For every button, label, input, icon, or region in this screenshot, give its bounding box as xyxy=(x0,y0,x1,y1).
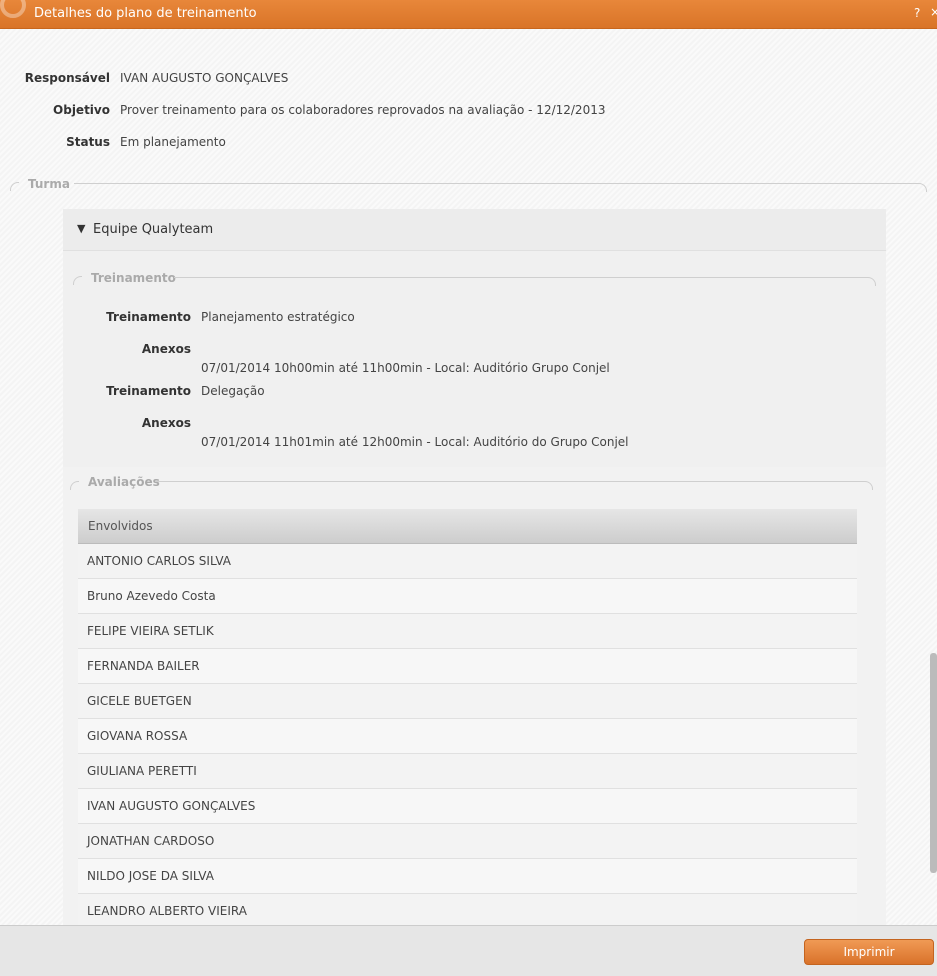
dialog-footer xyxy=(0,925,937,976)
equipe-panel-title: Equipe Qualyteam xyxy=(93,222,214,237)
column-header-label: Envolvidos xyxy=(88,519,153,533)
anexos-label: Anexos xyxy=(141,342,191,356)
turma-fieldset-line xyxy=(74,183,919,184)
app-logo-icon xyxy=(0,0,26,18)
row-name: GICELE BUETGEN xyxy=(87,694,192,708)
table-row[interactable]: LEANDRO ALBERTO VIEIRA xyxy=(78,894,857,929)
avaliacoes-fieldset-line xyxy=(156,481,865,482)
table-row[interactable]: GIOVANA ROSSA xyxy=(78,719,857,754)
table-row[interactable]: NILDO JOSE DA SILVA xyxy=(78,859,857,894)
treinamento-fieldset-line xyxy=(174,277,868,278)
status-value: Em planejamento xyxy=(120,135,226,149)
table-row[interactable]: Bruno Azevedo Costa xyxy=(78,579,857,614)
responsavel-label: Responsável xyxy=(24,71,110,85)
table-row[interactable]: GICELE BUETGEN xyxy=(78,684,857,719)
row-name: LEANDRO ALBERTO VIEIRA xyxy=(87,904,247,918)
row-name: FERNANDA BAILER xyxy=(87,659,200,673)
treinamento-name: Delegação xyxy=(201,384,265,398)
table-row[interactable]: GIULIANA PERETTI xyxy=(78,754,857,789)
row-name: NILDO JOSE DA SILVA xyxy=(87,869,214,883)
vertical-scrollbar[interactable] xyxy=(930,653,937,873)
close-icon[interactable]: × xyxy=(930,5,937,19)
objetivo-label: Objetivo xyxy=(53,103,110,117)
responsavel-value: IVAN AUGUSTO GONÇALVES xyxy=(120,71,289,85)
grid-column-header[interactable]: Envolvidos xyxy=(78,509,857,544)
treinamento-legend: Treinamento xyxy=(91,271,176,285)
dialog-content: Responsável IVAN AUGUSTO GONÇALVES Objet… xyxy=(0,29,937,929)
turma-legend: Turma xyxy=(28,177,70,191)
row-name: JONATHAN CARDOSO xyxy=(87,834,215,848)
row-name: IVAN AUGUSTO GONÇALVES xyxy=(87,799,256,813)
treinamento-label: Treinamento xyxy=(106,310,191,324)
anexos-label: Anexos xyxy=(141,416,191,430)
avaliacoes-legend: Avaliações xyxy=(88,475,160,489)
row-name: ANTONIO CARLOS SILVA xyxy=(87,554,231,568)
status-label: Status xyxy=(66,135,110,149)
grid-body: ANTONIO CARLOS SILVA Bruno Azevedo Costa… xyxy=(78,544,857,929)
help-icon[interactable]: ? xyxy=(914,6,920,20)
table-row[interactable]: IVAN AUGUSTO GONÇALVES xyxy=(78,789,857,824)
row-name: FELIPE VIEIRA SETLIK xyxy=(87,624,214,638)
turma-fieldset-corner-right xyxy=(918,183,927,192)
row-name: GIOVANA ROSSA xyxy=(87,729,188,743)
table-row[interactable]: JONATHAN CARDOSO xyxy=(78,824,857,859)
dialog-titlebar: Detalhes do plano de treinamento ? × xyxy=(0,0,937,29)
avaliacoes-fieldset-corner xyxy=(70,481,79,490)
table-row[interactable]: ANTONIO CARLOS SILVA xyxy=(78,544,857,579)
equipe-panel-header[interactable]: ▼ Equipe Qualyteam xyxy=(63,209,886,251)
treinamento-label: Treinamento xyxy=(106,384,191,398)
training-schedule: 07/01/2014 11h01min até 12h00min - Local… xyxy=(201,435,629,449)
table-row[interactable]: FERNANDA BAILER xyxy=(78,649,857,684)
collapse-triangle-icon[interactable]: ▼ xyxy=(77,222,85,235)
dialog-title: Detalhes do plano de treinamento xyxy=(34,6,257,21)
objetivo-value: Prover treinamento para os colaboradores… xyxy=(120,103,606,117)
table-row[interactable]: FELIPE VIEIRA SETLIK xyxy=(78,614,857,649)
training-schedule: 07/01/2014 10h00min até 11h00min - Local… xyxy=(201,361,610,375)
row-name: Bruno Azevedo Costa xyxy=(87,589,216,603)
print-button[interactable]: Imprimir xyxy=(804,939,934,965)
treinamento-fieldset-corner xyxy=(73,276,82,285)
turma-fieldset-corner xyxy=(10,182,19,191)
treinamento-name: Planejamento estratégico xyxy=(201,310,355,324)
envolvidos-grid: Envolvidos ANTONIO CARLOS SILVA Bruno Az… xyxy=(78,509,857,929)
row-name: GIULIANA PERETTI xyxy=(87,764,197,778)
